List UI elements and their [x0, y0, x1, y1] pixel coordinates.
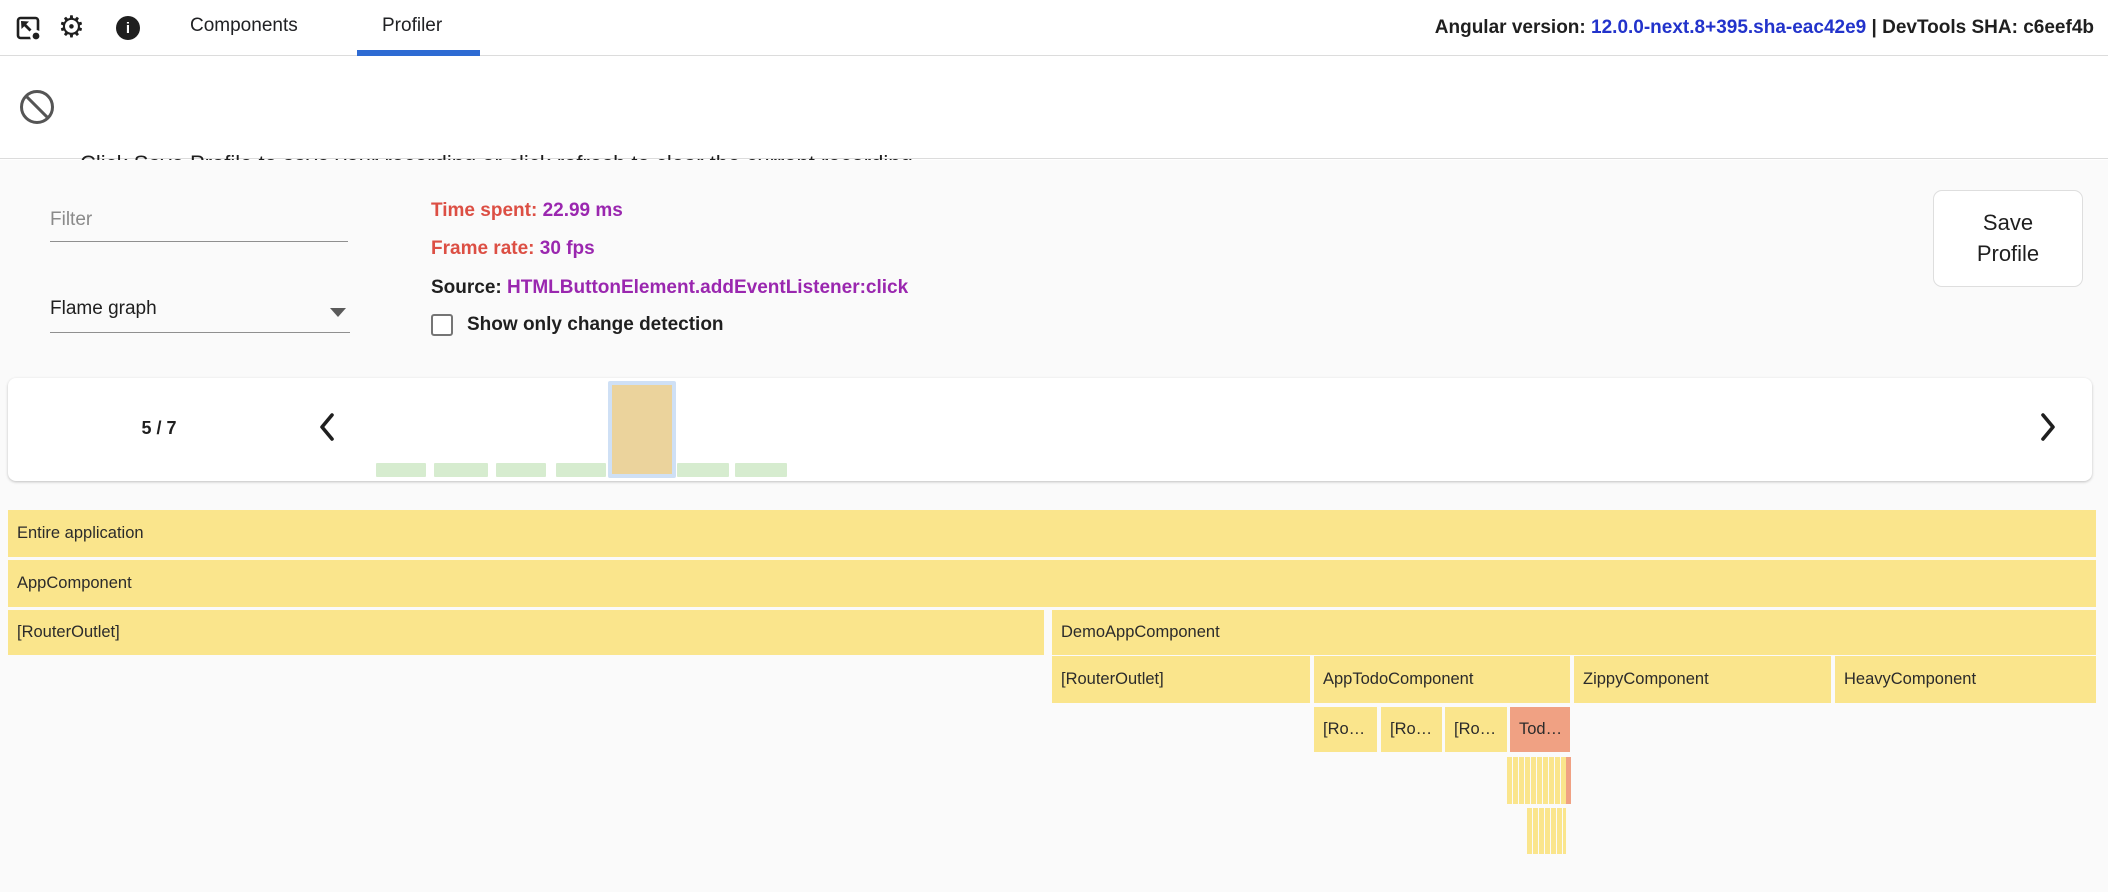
- flame-bar[interactable]: AppComponent: [8, 560, 2096, 607]
- flame-stripe[interactable]: [1537, 757, 1542, 804]
- flame-stripe[interactable]: [1507, 757, 1512, 804]
- flame-graph: Entire applicationAppComponent[RouterOut…: [0, 0, 2108, 892]
- flame-bar[interactable]: DemoAppComponent: [1052, 610, 2096, 655]
- flame-stripe[interactable]: [1555, 757, 1560, 804]
- flame-bar[interactable]: HeavyComponent: [1835, 656, 2096, 703]
- flame-stripe[interactable]: [1533, 808, 1538, 854]
- flame-stripe[interactable]: [1527, 808, 1532, 854]
- flame-stripe[interactable]: [1519, 757, 1524, 804]
- flame-stripe[interactable]: [1563, 808, 1566, 854]
- flame-stripe[interactable]: [1543, 757, 1548, 804]
- flame-bar[interactable]: [RouterOutlet]: [8, 610, 1044, 655]
- flame-stripe[interactable]: [1545, 808, 1550, 854]
- flame-bar[interactable]: [Ro…: [1381, 707, 1442, 752]
- flame-bar[interactable]: [RouterOutlet]: [1052, 656, 1310, 703]
- flame-stripe[interactable]: [1525, 757, 1530, 804]
- flame-bar[interactable]: AppTodoComponent: [1314, 656, 1570, 703]
- flame-stripe[interactable]: [1561, 757, 1566, 804]
- flame-bar[interactable]: [Ro…: [1314, 707, 1377, 752]
- flame-stripe[interactable]: [1557, 808, 1562, 854]
- flame-stripe[interactable]: [1531, 757, 1536, 804]
- flame-bar[interactable]: [Ro…: [1445, 707, 1507, 752]
- flame-stripe[interactable]: [1513, 757, 1518, 804]
- flame-stripe[interactable]: [1549, 757, 1554, 804]
- flame-bar[interactable]: Tod…: [1510, 707, 1570, 752]
- angular-devtools-profiler: ⚙ i Components Profiler Angular version:…: [0, 0, 2108, 892]
- flame-bar[interactable]: Entire application: [8, 510, 2096, 557]
- flame-stripe[interactable]: [1566, 757, 1571, 804]
- flame-stripe[interactable]: [1551, 808, 1556, 854]
- flame-stripe[interactable]: [1539, 808, 1544, 854]
- flame-bar[interactable]: ZippyComponent: [1574, 656, 1831, 703]
